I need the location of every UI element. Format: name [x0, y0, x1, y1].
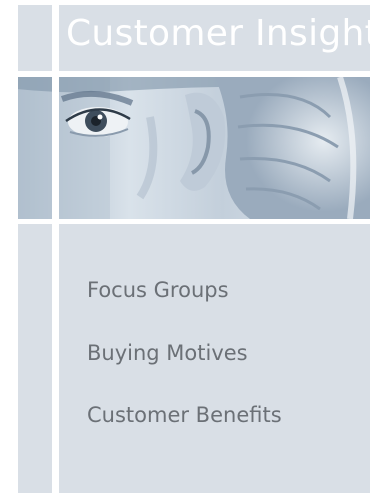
banner-photo	[59, 77, 370, 219]
banner-photo-left	[18, 77, 52, 219]
menu-item-focus-groups[interactable]: Focus Groups	[87, 278, 229, 302]
left-header-strip	[18, 5, 52, 71]
page-title: Customer Insight	[66, 13, 370, 54]
left-menu-strip	[18, 224, 52, 493]
menu-item-customer-benefits[interactable]: Customer Benefits	[87, 403, 282, 427]
menu-item-buying-motives[interactable]: Buying Motives	[87, 341, 248, 365]
